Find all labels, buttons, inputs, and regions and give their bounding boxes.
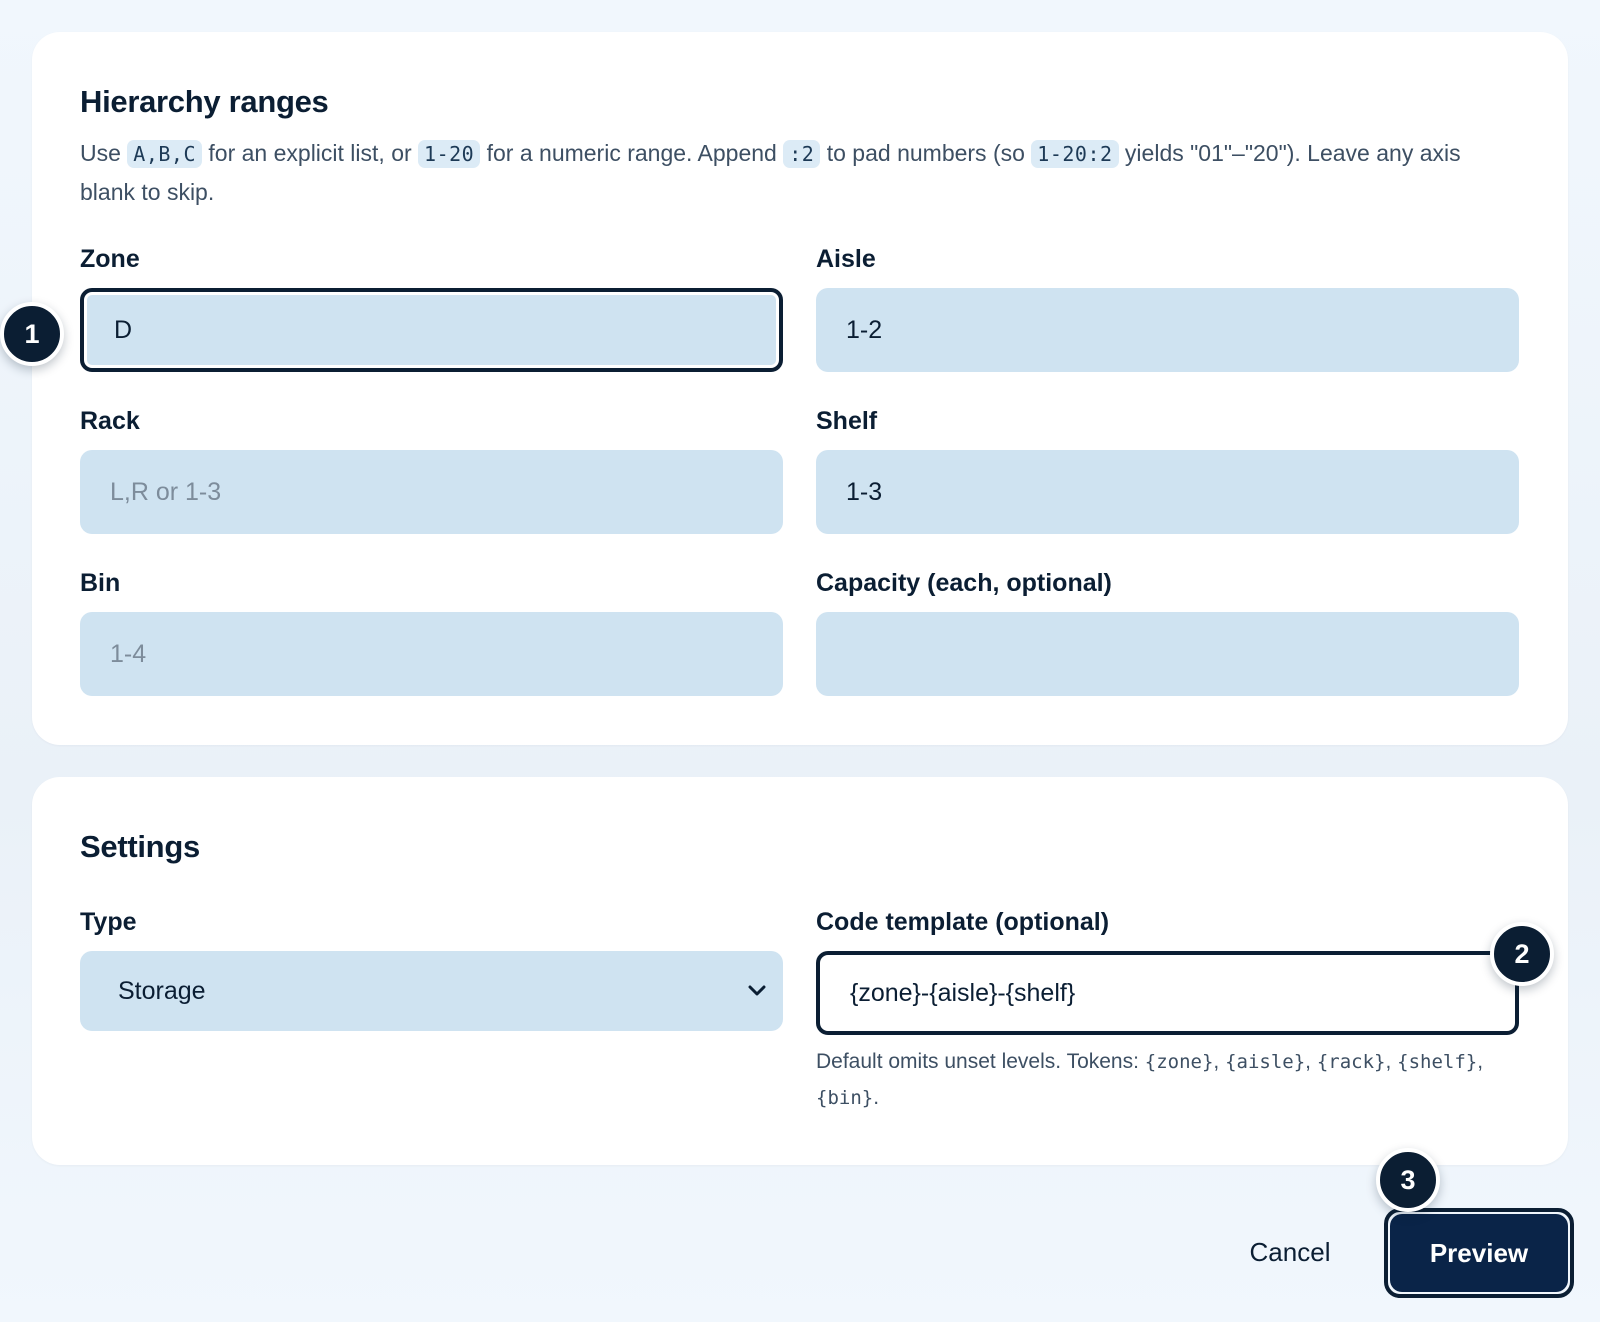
help-separator: , <box>1385 1050 1398 1073</box>
type-field: Type Storage <box>80 907 783 1031</box>
desc-text: for an explicit list, or <box>202 140 419 166</box>
chevron-down-icon <box>748 985 766 996</box>
type-select-value: Storage <box>80 951 783 1031</box>
aisle-input[interactable] <box>816 288 1519 372</box>
cancel-button[interactable]: Cancel <box>1228 1222 1352 1282</box>
shelf-field: Shelf <box>816 406 1519 534</box>
capacity-label: Capacity (each, optional) <box>816 569 1112 597</box>
type-label: Type <box>80 908 137 936</box>
type-select[interactable]: Storage <box>80 951 783 1031</box>
code-template-input[interactable] <box>816 951 1519 1035</box>
bin-field: Bin <box>80 568 783 696</box>
step-badge-1: 1 <box>0 302 64 366</box>
rack-label: Rack <box>80 407 140 435</box>
help-separator: , <box>1477 1050 1484 1073</box>
token-bin: {bin} <box>816 1087 874 1109</box>
capacity-field: Capacity (each, optional) <box>816 568 1519 696</box>
hierarchy-ranges-card: Hierarchy ranges Use A,B,C for an explic… <box>32 32 1568 745</box>
shelf-input[interactable] <box>816 450 1519 534</box>
code-template-help: Default omits unset levels. Tokens: {zon… <box>816 1044 1516 1116</box>
hierarchy-ranges-description: Use A,B,C for an explicit list, or 1-20 … <box>80 134 1500 211</box>
token-aisle: {aisle} <box>1225 1051 1306 1073</box>
desc-text: Use <box>80 140 128 166</box>
preview-button[interactable]: Preview <box>1390 1214 1568 1292</box>
code-example-range: 1-20 <box>418 140 481 168</box>
aisle-field: Aisle <box>816 244 1519 372</box>
settings-title: Settings <box>80 829 200 864</box>
capacity-input[interactable] <box>816 612 1519 696</box>
aisle-label: Aisle <box>816 245 876 273</box>
shelf-label: Shelf <box>816 407 878 435</box>
step-badge-2: 2 <box>1490 922 1554 986</box>
help-text: Default omits unset levels. Tokens: <box>816 1050 1145 1073</box>
code-example-pad: :2 <box>783 140 821 168</box>
hierarchy-ranges-title: Hierarchy ranges <box>80 84 329 119</box>
desc-text: to pad numbers (so <box>820 140 1032 166</box>
code-example-list: A,B,C <box>127 140 203 168</box>
help-separator: , <box>1213 1050 1226 1073</box>
rack-field: Rack <box>80 406 783 534</box>
code-template-label: Code template (optional) <box>816 908 1110 936</box>
code-template-field: Code template (optional) <box>816 907 1519 1035</box>
bin-input[interactable] <box>80 612 783 696</box>
zone-input[interactable] <box>80 288 783 372</box>
help-separator: , <box>1305 1050 1317 1073</box>
rack-input[interactable] <box>80 450 783 534</box>
token-rack: {rack} <box>1316 1051 1386 1073</box>
zone-label: Zone <box>80 245 140 273</box>
token-shelf: {shelf} <box>1397 1051 1478 1073</box>
desc-text: for a numeric range. Append <box>480 140 784 166</box>
zone-field: Zone <box>80 244 783 372</box>
help-text: . <box>873 1086 880 1109</box>
bin-label: Bin <box>80 569 121 597</box>
step-badge-3: 3 <box>1376 1148 1440 1212</box>
token-zone: {zone} <box>1144 1051 1214 1073</box>
code-example-padded-range: 1-20:2 <box>1031 140 1119 168</box>
